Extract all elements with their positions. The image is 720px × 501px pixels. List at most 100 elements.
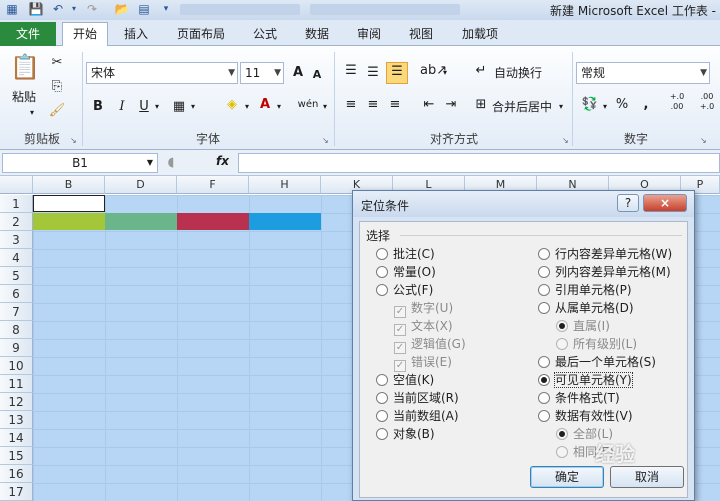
percent-style-button[interactable]: % bbox=[614, 96, 630, 114]
row-header[interactable]: 14 bbox=[0, 429, 33, 447]
align-middle-icon[interactable]: ☰ bbox=[364, 64, 382, 82]
align-top-icon[interactable]: ☰ bbox=[342, 62, 360, 80]
cell-b2-green[interactable] bbox=[33, 213, 105, 230]
close-button[interactable]: × bbox=[643, 194, 687, 212]
tab-formulas[interactable]: 公式 bbox=[246, 24, 284, 46]
clipboard-launcher-icon[interactable]: ↘ bbox=[70, 132, 77, 150]
tab-insert[interactable]: 插入 bbox=[116, 24, 156, 46]
orientation-icon[interactable]: ab↗ bbox=[420, 62, 447, 80]
row-header[interactable]: 13 bbox=[0, 411, 33, 429]
fill-dropdown-icon[interactable]: ▾ bbox=[242, 98, 252, 116]
tab-review[interactable]: 审阅 bbox=[350, 24, 388, 46]
decrease-decimal-icon[interactable]: .00 +.0 bbox=[694, 92, 720, 112]
decrease-indent-icon[interactable]: ⇤ bbox=[420, 96, 438, 114]
paste-dropdown-icon[interactable]: ▾ bbox=[30, 104, 34, 122]
borders-icon[interactable]: ▦ bbox=[170, 98, 188, 116]
cell-f2-crimson[interactable] bbox=[177, 213, 249, 230]
option-current-array[interactable]: 当前数组(A) bbox=[376, 408, 459, 424]
font-launcher-icon[interactable]: ↘ bbox=[322, 132, 329, 150]
option-conditional-formats[interactable]: 条件格式(T) bbox=[538, 390, 620, 406]
row-header[interactable]: 7 bbox=[0, 303, 33, 321]
row-header[interactable]: 2 bbox=[0, 213, 33, 231]
help-button[interactable]: ? bbox=[617, 194, 639, 212]
row-header[interactable]: 8 bbox=[0, 321, 33, 339]
font-color-icon[interactable]: A bbox=[256, 96, 274, 114]
row-header[interactable]: 3 bbox=[0, 231, 33, 249]
save-icon[interactable]: 💾 bbox=[28, 1, 44, 17]
insert-function-icon[interactable]: fx bbox=[216, 154, 229, 168]
calculator-icon[interactable]: ▤ bbox=[136, 1, 152, 17]
underline-button[interactable]: U bbox=[136, 98, 152, 116]
font-size-combo[interactable]: 11 ▼ bbox=[240, 62, 284, 84]
italic-button[interactable]: I bbox=[114, 98, 130, 116]
wrap-text-icon[interactable]: ↵ bbox=[472, 62, 490, 80]
cell-d2-teal[interactable] bbox=[105, 213, 177, 230]
orientation-dropdown-icon[interactable]: ▾ bbox=[440, 64, 450, 82]
row-header[interactable]: 9 bbox=[0, 339, 33, 357]
tab-addins[interactable]: 加载项 bbox=[454, 24, 506, 46]
font-name-combo[interactable]: 宋体 ▼ bbox=[86, 62, 238, 84]
row-header[interactable]: 10 bbox=[0, 357, 33, 375]
option-column-differences[interactable]: 列内容差异单元格(M) bbox=[538, 264, 671, 280]
phonetic-icon[interactable]: wén bbox=[296, 96, 320, 114]
underline-dropdown-icon[interactable]: ▾ bbox=[152, 98, 162, 116]
align-left-icon[interactable]: ≡ bbox=[342, 96, 360, 114]
fill-color-icon[interactable]: ◈ bbox=[222, 96, 242, 114]
option-row-differences[interactable]: 行内容差异单元格(W) bbox=[538, 246, 672, 262]
row-header[interactable]: 16 bbox=[0, 465, 33, 483]
paste-icon[interactable]: 📋 bbox=[10, 52, 40, 82]
tab-home[interactable]: 开始 bbox=[62, 22, 108, 47]
column-header[interactable]: F bbox=[177, 176, 249, 194]
cancel-button[interactable]: 取消 bbox=[610, 466, 684, 488]
formula-input[interactable] bbox=[238, 153, 720, 173]
redo-icon[interactable]: ↷ bbox=[84, 1, 100, 17]
undo-dropdown-icon[interactable]: ▾ bbox=[66, 1, 82, 17]
tab-page-layout[interactable]: 页面布局 bbox=[170, 24, 232, 46]
merge-center-icon[interactable]: ⊞ bbox=[472, 96, 490, 114]
option-visible-cells[interactable]: 可见单元格(Y) bbox=[538, 372, 633, 388]
cell-h2-blue[interactable] bbox=[249, 213, 321, 230]
option-formulas[interactable]: 公式(F) bbox=[376, 282, 433, 298]
wrap-text-button[interactable]: 自动换行 bbox=[494, 64, 542, 82]
column-header[interactable]: B bbox=[33, 176, 105, 194]
row-header[interactable]: 15 bbox=[0, 447, 33, 465]
align-right-icon[interactable]: ≡ bbox=[386, 96, 404, 114]
increase-indent-icon[interactable]: ⇥ bbox=[442, 96, 460, 114]
name-box[interactable]: B1 ▼ bbox=[2, 153, 158, 173]
shrink-font-icon[interactable]: A bbox=[310, 66, 324, 84]
row-header[interactable]: 4 bbox=[0, 249, 33, 267]
row-header[interactable]: 6 bbox=[0, 285, 33, 303]
select-all-corner[interactable] bbox=[0, 176, 33, 194]
tab-view[interactable]: 视图 bbox=[402, 24, 440, 46]
option-last-cell[interactable]: 最后一个单元格(S) bbox=[538, 354, 656, 370]
active-cell-b1[interactable] bbox=[33, 195, 105, 212]
bold-button[interactable]: B bbox=[90, 98, 106, 116]
tab-data[interactable]: 数据 bbox=[298, 24, 336, 46]
grow-font-icon[interactable]: A bbox=[290, 64, 306, 82]
row-header[interactable]: 17 bbox=[0, 483, 33, 501]
open-folder-icon[interactable]: 📂 bbox=[114, 1, 130, 17]
align-bottom-icon[interactable]: ☰ bbox=[386, 62, 408, 84]
option-objects[interactable]: 对象(B) bbox=[376, 426, 435, 442]
option-constants[interactable]: 常量(O) bbox=[376, 264, 436, 280]
increase-decimal-icon[interactable]: +.0 .00 bbox=[664, 92, 690, 112]
row-header[interactable]: 5 bbox=[0, 267, 33, 285]
accounting-format-icon[interactable]: 💱 bbox=[580, 96, 600, 114]
cut-icon[interactable]: ✂ bbox=[48, 54, 66, 72]
comma-style-button[interactable]: , bbox=[640, 96, 652, 114]
merge-center-button[interactable]: 合并后居中 bbox=[492, 98, 552, 116]
ok-button[interactable]: 确定 bbox=[530, 466, 604, 488]
option-comments[interactable]: 批注(C) bbox=[376, 246, 435, 262]
merge-dropdown-icon[interactable]: ▾ bbox=[556, 98, 566, 116]
column-header[interactable]: D bbox=[105, 176, 177, 194]
alignment-launcher-icon[interactable]: ↘ bbox=[562, 132, 569, 150]
tab-file[interactable]: 文件 bbox=[0, 22, 56, 46]
option-precedents[interactable]: 引用单元格(P) bbox=[538, 282, 632, 298]
row-header[interactable]: 1 bbox=[0, 195, 33, 213]
option-current-region[interactable]: 当前区域(R) bbox=[376, 390, 459, 406]
row-header[interactable]: 11 bbox=[0, 375, 33, 393]
option-dependents[interactable]: 从属单元格(D) bbox=[538, 300, 634, 316]
option-data-validation[interactable]: 数据有效性(V) bbox=[538, 408, 633, 424]
align-center-icon[interactable]: ≡ bbox=[364, 96, 382, 114]
copy-icon[interactable]: ⎘ bbox=[48, 78, 66, 96]
